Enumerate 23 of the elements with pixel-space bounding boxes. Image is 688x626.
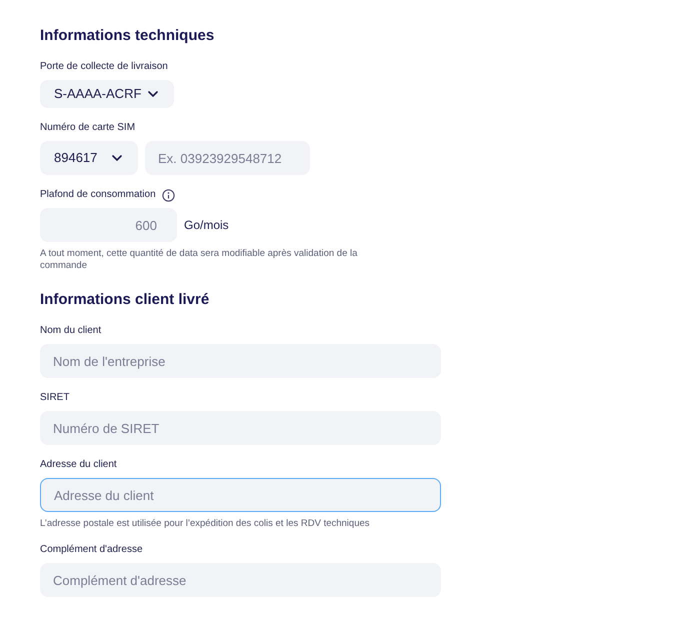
field-label: Adresse du client — [40, 459, 117, 471]
info-icon[interactable] — [162, 188, 175, 202]
chevron-down-icon — [148, 91, 158, 97]
field-label: SIRET — [40, 392, 70, 404]
input-field[interactable]: Nom de l'entreprise — [40, 344, 441, 378]
dropdown[interactable]: S-AAAA-ACRF — [40, 80, 174, 108]
hint-text: A tout moment, cette quantité de data sera modifiable après validation de la commande — [40, 248, 358, 272]
section-heading: Informations techniques — [40, 26, 216, 46]
dropdown[interactable]: 894617 — [40, 141, 138, 175]
field-label: Complément d'adresse — [40, 544, 143, 556]
input-field[interactable]: Adresse du client — [40, 478, 441, 512]
field-label: Plafond de consommation — [40, 189, 156, 201]
field-label: Nom du client — [40, 325, 102, 337]
input-field[interactable]: 600 — [40, 208, 177, 242]
unit-label: Go/mois — [184, 217, 229, 234]
input-field[interactable]: Complément d'adresse — [40, 563, 441, 597]
input-field[interactable]: Ex. 03923929548712 — [145, 141, 310, 175]
field-label: Porte de collecte de livraison — [40, 61, 168, 73]
hint-text: L’adresse postale est utilisée pour l’expédition des colis et les RDV techniques — [40, 518, 371, 530]
field-label: Numéro de carte SIM — [40, 122, 136, 134]
input-field[interactable]: Numéro de SIRET — [40, 411, 441, 445]
section-heading: Informations client livré — [40, 290, 210, 310]
chevron-down-icon — [112, 155, 122, 161]
